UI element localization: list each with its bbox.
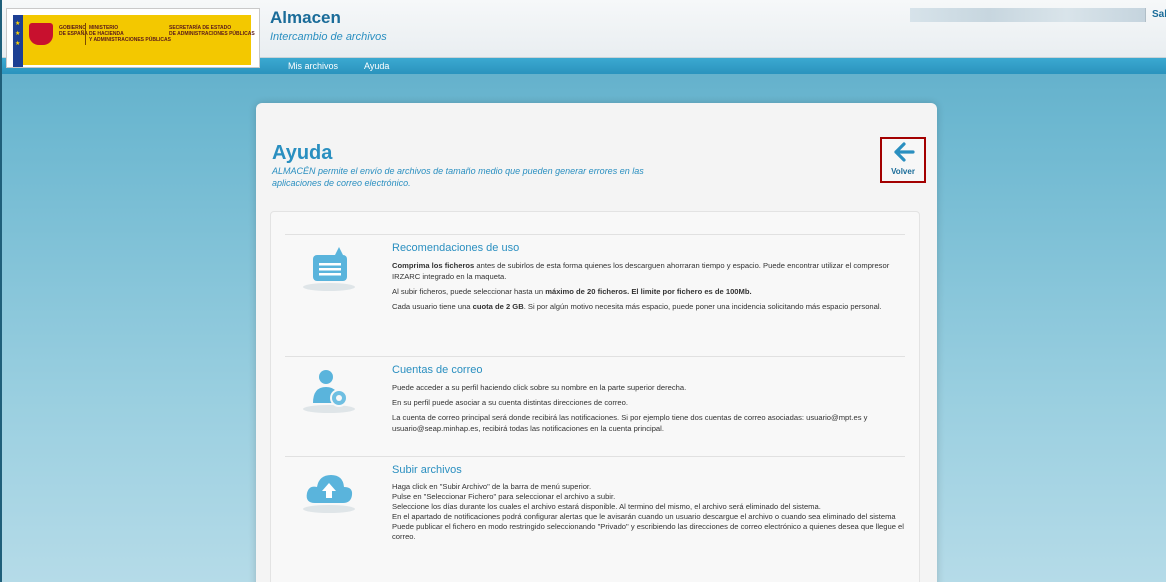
paragraph: Cada usuario tiene una cuota de 2 GB. Si… — [392, 301, 908, 312]
eu-flag-icon: ★ ★ ★ — [13, 15, 23, 67]
user-settings-icon — [303, 370, 355, 413]
section-title: Recomendaciones de uso — [392, 242, 520, 254]
logo-divider — [85, 23, 86, 45]
app-title: Almacen — [270, 8, 341, 27]
back-button[interactable]: Volver — [880, 137, 926, 183]
nav-item-mis-archivos[interactable]: Mis archivos — [278, 60, 348, 72]
ministry-logo: GOBIERNO DE ESPAÑA MINISTERIO DE HACIEND… — [23, 15, 255, 65]
section-title: Subir archivos — [392, 464, 462, 476]
logo-ministry-text: MINISTERIO DE HACIENDA Y ADMINISTRACIONE… — [89, 25, 171, 43]
paragraph: En el apartado de notificaciones podrá c… — [392, 512, 896, 521]
paragraph: En su perfil puede asociar a su cuenta d… — [392, 398, 628, 407]
paragraph: Seleccione los días durante los cuales e… — [392, 502, 821, 511]
user-name-link[interactable] — [910, 8, 1146, 22]
logout-link[interactable]: Sali — [1152, 9, 1166, 20]
page-description: ALMACÉN permite el envío de archivos de … — [272, 166, 644, 188]
logo-gov-text: GOBIERNO DE ESPAÑA — [59, 25, 88, 37]
section-body: Puede acceder a su perfil haciendo click… — [392, 382, 908, 438]
paragraph: Haga click en "Subir Archivo" de la barr… — [392, 482, 592, 491]
section-body: Comprima los ficheros antes de subirlos … — [392, 260, 908, 316]
cloud-upload-icon — [303, 475, 355, 513]
paragraph: La cuenta de correo principal será donde… — [392, 413, 868, 433]
section-subir: Subir archivos Haga click en "Subir Arch… — [285, 456, 905, 582]
arrow-left-icon — [894, 142, 915, 162]
chat-bubble-icon — [303, 247, 355, 291]
government-logo: ★ ★ ★ GOBIERNO DE ESPAÑA MINISTERIO DE HAC… — [6, 8, 260, 68]
text: Al subir ficheros, puede seleccionar has… — [392, 287, 546, 296]
back-button-label: Volver — [891, 167, 915, 176]
text: Cada usuario tiene una — [392, 302, 473, 311]
paragraph: Al subir ficheros, puede seleccionar has… — [392, 286, 908, 297]
section-title: Cuentas de correo — [392, 364, 483, 376]
paragraph: Comprima los ficheros antes de subirlos … — [392, 260, 908, 282]
section-recomendaciones: Recomendaciones de uso Comprima los fich… — [285, 234, 905, 356]
text: . Si por algún motivo necesita más espac… — [523, 302, 882, 311]
section-cuentas: Cuentas de correo Puede acceder a su per… — [285, 356, 905, 456]
bold-text: cuota de 2 GB — [472, 302, 524, 311]
logo-secretary-text: SECRETARÍA DE ESTADO DE ADMINISTRACIONES… — [169, 25, 255, 37]
help-content: Recomendaciones de uso Comprima los fich… — [270, 211, 920, 582]
nav-item-ayuda[interactable]: Ayuda — [354, 60, 399, 72]
bold-text: máximo de 20 ficheros. El limite por fic… — [545, 287, 752, 296]
paragraph: Puede publicar el fichero en modo restri… — [392, 522, 904, 541]
coat-of-arms-icon — [29, 23, 53, 45]
page-title: Ayuda — [272, 142, 333, 164]
bold-text: Comprima los ficheros — [392, 261, 475, 270]
help-panel: Ayuda ALMACÉN permite el envío de archiv… — [256, 103, 937, 582]
paragraph: Puede acceder a su perfil haciendo click… — [392, 383, 687, 392]
app-subtitle: Intercambio de archivos — [270, 31, 387, 43]
paragraph: Pulse en "Seleccionar Fichero" para sele… — [392, 492, 616, 501]
section-body: Haga click en "Subir Archivo" de la barr… — [392, 482, 908, 542]
